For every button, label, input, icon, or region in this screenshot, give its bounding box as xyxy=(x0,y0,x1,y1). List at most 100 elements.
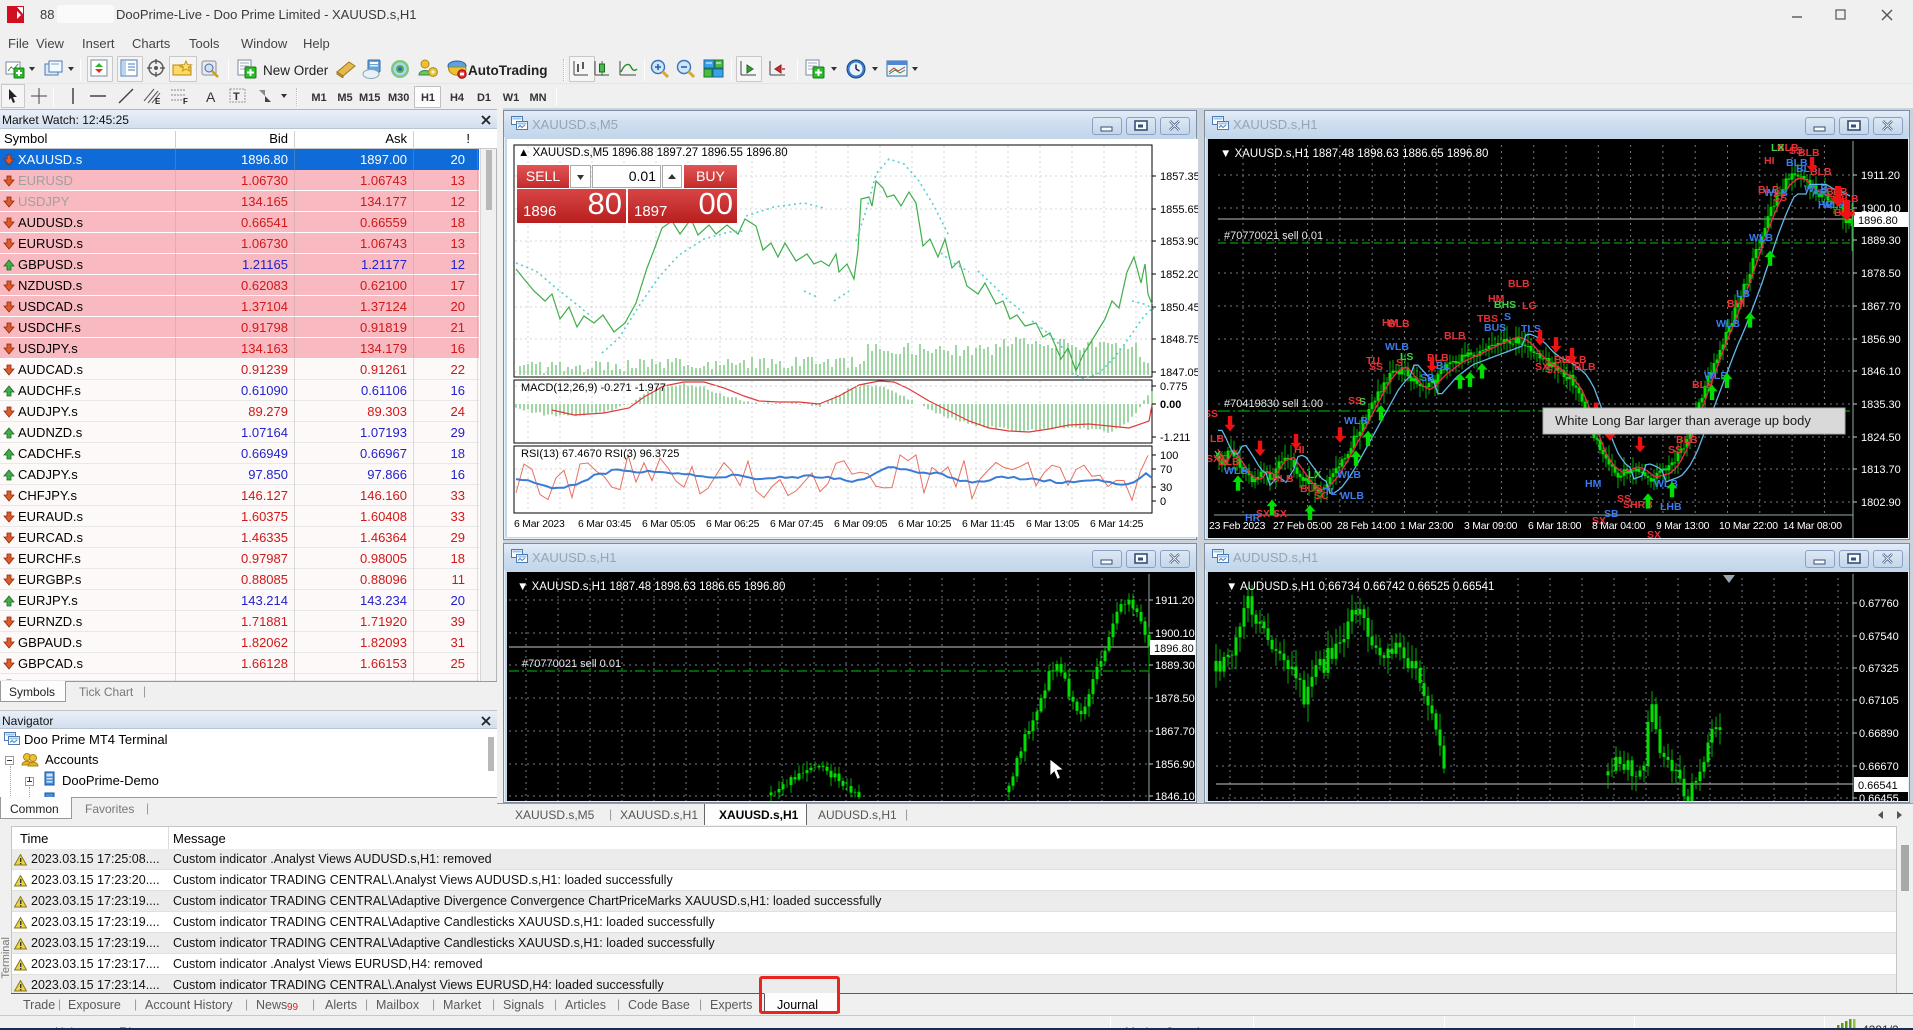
svg-text:LHB: LHB xyxy=(1660,501,1682,513)
svg-text:WLB: WLB xyxy=(1337,469,1361,481)
svg-text:WLB: WLB xyxy=(1224,465,1248,477)
svg-text:0.67325: 0.67325 xyxy=(1859,663,1899,675)
svg-text:6 Mar 06:25: 6 Mar 06:25 xyxy=(706,519,760,530)
svg-text:F: F xyxy=(183,97,188,105)
svg-text:1889.30: 1889.30 xyxy=(1155,660,1195,672)
svg-text:LB: LB xyxy=(1210,433,1224,445)
svg-text:▼ XAUUSD.s,H1 1887.48 1898.63: ▼ XAUUSD.s,H1 1887.48 1898.63 1886.65 18… xyxy=(1220,148,1488,160)
svg-text:#70419830 sell 1.00: #70419830 sell 1.00 xyxy=(1224,398,1323,410)
svg-text:BUS: BUS xyxy=(1484,322,1506,334)
svg-text:1848.75: 1848.75 xyxy=(1160,334,1198,346)
svg-text:1824.50: 1824.50 xyxy=(1861,432,1901,444)
svg-text:▼ AUDUSD.s,H1 0.66734 0.66742: ▼ AUDUSD.s,H1 0.66734 0.66742 0.66525 0.… xyxy=(1226,581,1494,593)
svg-text:0.67760: 0.67760 xyxy=(1859,598,1899,610)
svg-text:BLB: BLB xyxy=(1272,473,1294,485)
svg-text:#70770021 sell 0.01: #70770021 sell 0.01 xyxy=(522,658,621,670)
svg-text:1896.80: 1896.80 xyxy=(1858,215,1898,227)
svg-text:SB: SB xyxy=(1420,372,1435,384)
svg-text:1846.10: 1846.10 xyxy=(1861,366,1901,378)
svg-text:70: 70 xyxy=(1160,464,1172,476)
svg-text:SS: SS xyxy=(1208,408,1218,420)
svg-text:BLB: BLB xyxy=(1676,434,1698,446)
svg-text:1856.90: 1856.90 xyxy=(1861,334,1901,346)
svg-text:6 Mar 13:05: 6 Mar 13:05 xyxy=(1026,519,1080,530)
svg-text:1850.45: 1850.45 xyxy=(1160,302,1198,314)
svg-text:▼ XAUUSD.s,H1 1887.48 1898.63: ▼ XAUUSD.s,H1 1887.48 1898.63 1886.65 18… xyxy=(517,581,785,593)
svg-text:1847.05: 1847.05 xyxy=(1160,367,1198,379)
svg-text:HI: HI xyxy=(1764,155,1775,167)
svg-text:WLB: WLB xyxy=(1340,490,1364,502)
svg-text:1852.20: 1852.20 xyxy=(1160,269,1198,281)
svg-text:E: E xyxy=(155,97,161,105)
svg-text:White Long Bar larger than ave: White Long Bar larger than average up bo… xyxy=(1555,413,1811,428)
svg-text:LX: LX xyxy=(1308,469,1321,481)
svg-text:S: S xyxy=(1504,311,1511,323)
svg-text:1802.90: 1802.90 xyxy=(1861,497,1901,509)
svg-text:1867.70: 1867.70 xyxy=(1861,301,1901,313)
svg-text:#70770021 sell 0.01: #70770021 sell 0.01 xyxy=(1224,230,1323,242)
svg-text:3 Mar 09:00: 3 Mar 09:00 xyxy=(1464,521,1518,532)
svg-text:WLB: WLB xyxy=(1749,232,1773,244)
svg-text:1813.70: 1813.70 xyxy=(1861,464,1901,476)
svg-text:6 Mar 10:25: 6 Mar 10:25 xyxy=(898,519,952,530)
svg-text:14 Mar 08:00: 14 Mar 08:00 xyxy=(1783,521,1842,532)
svg-text:BLB: BLB xyxy=(1574,361,1596,373)
svg-text:LX: LX xyxy=(1771,142,1784,154)
svg-text:0.00: 0.00 xyxy=(1160,399,1181,411)
svg-text:6 Mar 09:05: 6 Mar 09:05 xyxy=(834,519,888,530)
svg-text:1846.10: 1846.10 xyxy=(1155,791,1195,801)
svg-text:T: T xyxy=(233,91,240,103)
svg-text:6 Mar 18:00: 6 Mar 18:00 xyxy=(1528,521,1582,532)
svg-text:1 Mar 23:00: 1 Mar 23:00 xyxy=(1400,521,1454,532)
svg-text:1911.20: 1911.20 xyxy=(1861,170,1900,182)
svg-text:LG: LG xyxy=(1522,300,1537,312)
svg-text:BL: BL xyxy=(1436,360,1451,372)
svg-text:30: 30 xyxy=(1160,482,1172,494)
svg-text:10 Mar 22:00: 10 Mar 22:00 xyxy=(1719,521,1778,532)
svg-text:6 Mar 14:25: 6 Mar 14:25 xyxy=(1090,519,1144,530)
svg-text:6 Mar 2023: 6 Mar 2023 xyxy=(514,519,565,530)
svg-text:28 Feb 14:00: 28 Feb 14:00 xyxy=(1337,521,1396,532)
svg-text:0: 0 xyxy=(1160,496,1166,508)
svg-text:1855.65: 1855.65 xyxy=(1160,204,1198,216)
svg-text:0.66670: 0.66670 xyxy=(1859,761,1899,773)
svg-text:LB: LB xyxy=(1736,288,1750,300)
svg-text:100: 100 xyxy=(1160,450,1178,462)
svg-text:S: S xyxy=(1359,396,1366,408)
svg-text:1896.80: 1896.80 xyxy=(1154,643,1194,655)
svg-text:1853.90: 1853.90 xyxy=(1160,236,1198,248)
svg-text:BLB: BLB xyxy=(1388,318,1410,330)
svg-text:6 Mar 03:45: 6 Mar 03:45 xyxy=(578,519,632,530)
svg-text:6 Mar 07:45: 6 Mar 07:45 xyxy=(770,519,824,530)
svg-text:SB: SB xyxy=(1604,508,1619,520)
svg-text:0.775: 0.775 xyxy=(1160,381,1188,393)
svg-text:8 Mar 04:00: 8 Mar 04:00 xyxy=(1592,521,1646,532)
svg-text:HM: HM xyxy=(1488,293,1505,305)
svg-text:-1.211: -1.211 xyxy=(1160,432,1190,444)
svg-text:BLB: BLB xyxy=(1508,278,1530,290)
svg-text:1856.90: 1856.90 xyxy=(1155,759,1195,771)
svg-text:SS: SS xyxy=(1773,192,1787,204)
svg-text:1857.35: 1857.35 xyxy=(1160,171,1198,183)
svg-text:1889.30: 1889.30 xyxy=(1861,235,1901,247)
svg-text:0.66455: 0.66455 xyxy=(1859,793,1899,801)
svg-text:BLB: BLB xyxy=(1798,147,1820,159)
svg-text:WLB: WLB xyxy=(1716,318,1740,330)
svg-text:0.67105: 0.67105 xyxy=(1859,695,1899,707)
svg-text:1900.10: 1900.10 xyxy=(1155,628,1195,640)
svg-text:27 Feb 05:00: 27 Feb 05:00 xyxy=(1273,521,1332,532)
svg-text:1878.50: 1878.50 xyxy=(1861,268,1901,280)
svg-text:23 Feb 2023: 23 Feb 2023 xyxy=(1209,521,1266,532)
svg-text:6 Mar 05:05: 6 Mar 05:05 xyxy=(642,519,696,530)
svg-text:1835.30: 1835.30 xyxy=(1861,399,1901,411)
svg-text:0.66890: 0.66890 xyxy=(1859,728,1899,740)
svg-text:1911.20: 1911.20 xyxy=(1155,595,1194,607)
svg-text:TL: TL xyxy=(1324,486,1337,498)
svg-text:WLB: WLB xyxy=(1344,415,1368,427)
svg-text:BLB: BLB xyxy=(1444,330,1466,342)
svg-text:9 Mar 13:00: 9 Mar 13:00 xyxy=(1656,521,1710,532)
svg-text:1867.70: 1867.70 xyxy=(1155,726,1195,738)
svg-text:1878.50: 1878.50 xyxy=(1155,693,1195,705)
svg-text:HM: HM xyxy=(1585,478,1602,490)
svg-text:0.67540: 0.67540 xyxy=(1859,631,1899,643)
